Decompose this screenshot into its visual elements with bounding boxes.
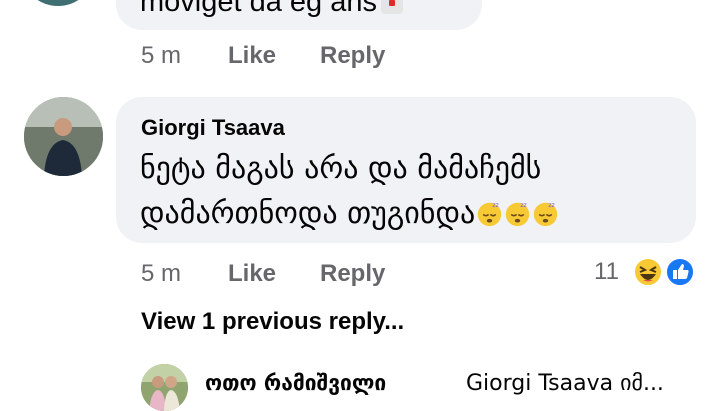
like-icon[interactable] <box>664 256 696 288</box>
reaction-count[interactable]: 11 <box>594 258 619 286</box>
comment-text: moviget da eg ans <box>140 0 403 19</box>
like-button[interactable]: Like <box>228 260 276 288</box>
sleepy-face-icon: zz <box>503 196 531 231</box>
avatar[interactable] <box>24 97 103 176</box>
comment-timestamp[interactable]: 5 m <box>141 260 181 288</box>
haha-icon[interactable] <box>632 256 664 288</box>
reply-button[interactable]: Reply <box>320 260 385 288</box>
avatar[interactable] <box>25 0 91 6</box>
sleepy-face-icon: zz <box>531 196 559 231</box>
svg-text:zz: zz <box>548 202 555 209</box>
comment-timestamp[interactable]: 5 m <box>141 42 181 70</box>
gift-emoji-icon <box>380 0 403 15</box>
avatar[interactable] <box>141 364 188 411</box>
comment-author[interactable]: Giorgi Tsaava <box>141 115 285 141</box>
sleepy-face-icon: zz <box>475 196 503 231</box>
svg-text:zz: zz <box>520 202 527 209</box>
svg-text:zz: zz <box>492 202 499 209</box>
like-button[interactable]: Like <box>228 42 276 70</box>
comment-text: ნეტა მაგას არა და მამაჩემს დამართნოდა თუ… <box>140 146 685 236</box>
reply-button[interactable]: Reply <box>320 42 385 70</box>
reply-preview-text[interactable]: Giorgi Tsaava იმ... <box>466 371 664 396</box>
reply-author[interactable]: ოთო რამიშვილი <box>205 371 386 395</box>
view-previous-replies-link[interactable]: View 1 previous reply... <box>141 308 404 336</box>
